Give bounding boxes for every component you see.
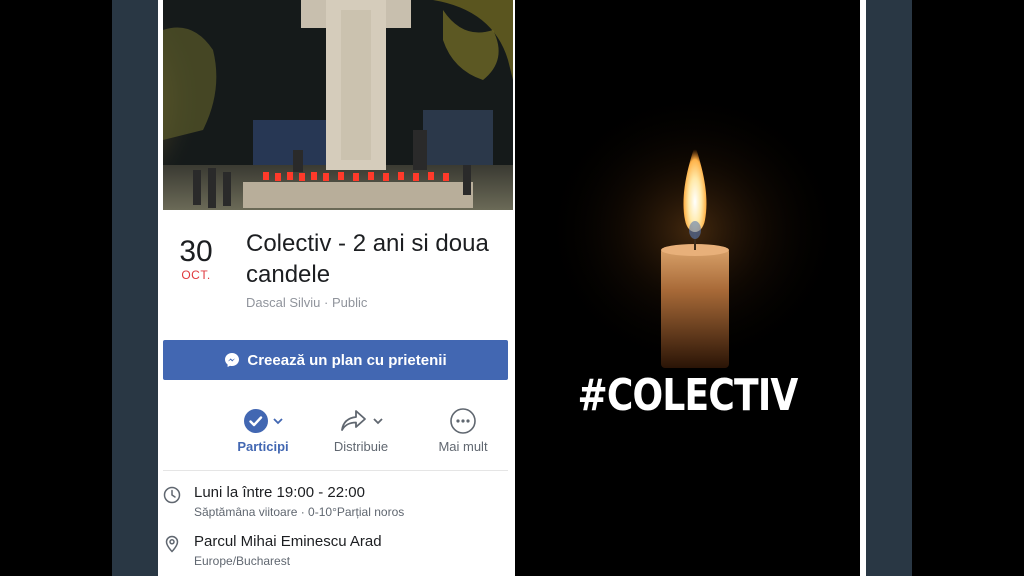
create-plan-button[interactable]: Creează un plan cu prietenii [163,340,508,380]
share-button[interactable]: Distribuie [316,405,406,454]
chevron-down-icon [272,418,283,425]
event-title: Colectiv - 2 ani si doua candele [246,228,515,290]
hashtag-text: #COLECTIV [577,370,798,421]
event-timezone: Europe/Bucharest [194,554,291,568]
location-pin-icon [165,535,179,553]
more-button[interactable]: Mai mult [418,405,508,454]
event-actions: Participi Distribuie Mai mult [218,405,510,461]
event-time-detail: Săptămâna viitoare · 0-10°Parțial noros [194,505,405,519]
event-location: Parcul Mihai Eminescu Arad [194,533,382,550]
event-title-line-2: candele [246,261,331,288]
letterbox-left [0,0,112,576]
messenger-icon [225,353,240,367]
frame-right [866,0,912,576]
share-icon [340,410,366,431]
frame-left [112,0,158,576]
candle-icon [543,90,843,370]
event-time: Luni la între 19:00 - 22:00 [194,484,365,501]
event-title-line-1: Colectiv - 2 ani si doua [246,230,489,257]
event-cover-photo[interactable] [163,0,513,210]
event-date: 30 OCT. [158,235,234,283]
event-time-row[interactable]: Luni la între 19:00 - 22:00 Săptămâna vi… [163,484,508,524]
more-icon [450,408,476,434]
candle-image: #COLECTIV [515,0,860,576]
event-month: OCT. [181,268,211,282]
clock-icon [163,486,181,504]
going-label: Participi [237,439,289,454]
letterbox-right [912,0,1024,576]
facebook-event-panel: 30 OCT. Colectiv - 2 ani si doua candele… [158,0,515,576]
check-circle-icon [243,409,268,433]
share-label: Distribuie [333,439,389,454]
event-location-row[interactable]: Parcul Mihai Eminescu Arad Europe/Buchar… [163,533,508,573]
event-day: 30 [179,235,213,268]
event-host[interactable]: Dascal Silviu · Public [246,295,367,310]
create-plan-label: Creează un plan cu prietenii [247,351,447,369]
more-label: Mai mult [438,439,488,454]
divider [163,470,508,471]
chevron-down-icon [372,418,383,425]
going-button[interactable]: Participi [218,405,308,454]
